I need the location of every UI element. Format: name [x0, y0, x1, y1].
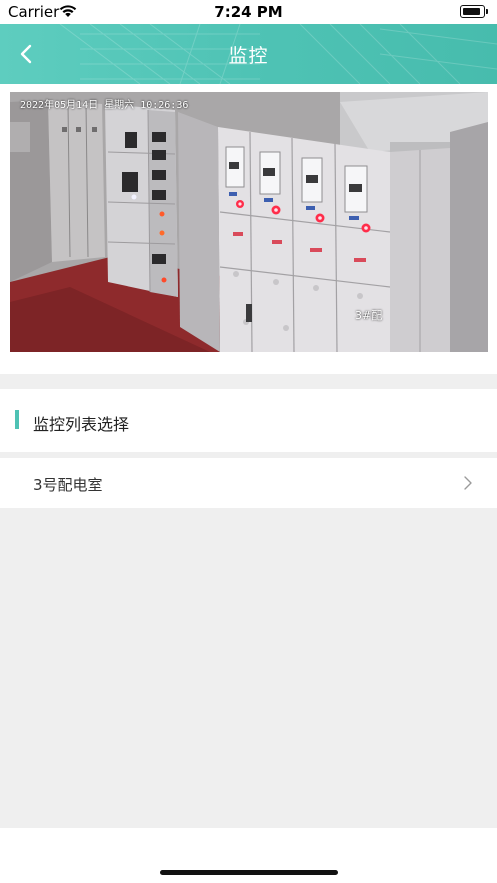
clock: 7:24 PM: [214, 3, 283, 21]
chevron-right-icon: [464, 476, 472, 490]
switchgear-scene-image: [10, 92, 488, 352]
section-header: 监控列表选择: [0, 389, 497, 452]
home-indicator[interactable]: [160, 870, 338, 875]
section-title: 监控列表选择: [33, 415, 130, 434]
battery-icon: [460, 5, 488, 18]
section-divider: [0, 374, 497, 389]
empty-area: [0, 508, 497, 828]
status-bar: Carrier 7:24 PM: [0, 0, 497, 24]
camera-feed[interactable]: 2022年05月14日 星期六 10:26:36 3#配: [10, 92, 488, 352]
nav-bar: 监控: [0, 24, 497, 84]
list-item-label: 3号配电室: [33, 476, 103, 494]
list-item-room-3[interactable]: 3号配电室: [0, 458, 497, 508]
section-accent-bar: [15, 410, 19, 429]
camera-timestamp: 2022年05月14日 星期六 10:26:36: [20, 100, 189, 111]
page-title: 监控: [228, 45, 269, 67]
bottom-safe-area: [0, 828, 497, 883]
camera-overlay-label: 3#配: [355, 309, 383, 322]
